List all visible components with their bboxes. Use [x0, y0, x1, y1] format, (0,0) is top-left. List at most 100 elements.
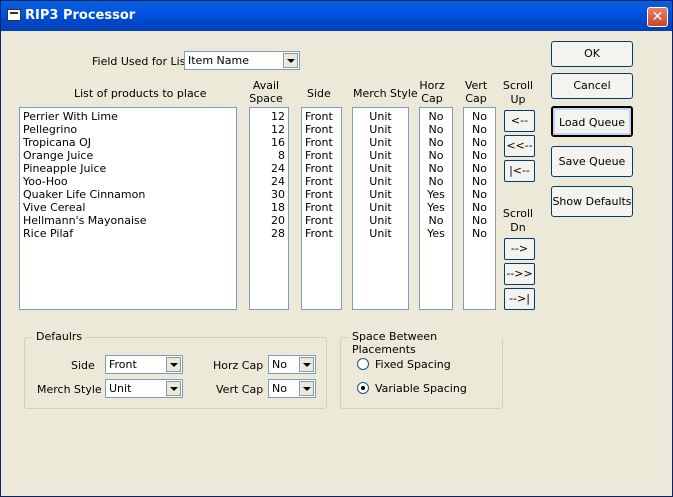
- default-side-value: Front: [109, 358, 137, 371]
- field-used-value: Item Name: [188, 54, 249, 67]
- variable-spacing-label[interactable]: Variable Spacing: [375, 382, 467, 395]
- vert-cap-list[interactable]: No No No No No No No No No No: [463, 107, 496, 310]
- horz-cap-list[interactable]: No No No No No No Yes Yes No Yes: [419, 107, 453, 310]
- chevron-down-icon[interactable]: [166, 357, 181, 372]
- merch-style-cell[interactable]: Unit: [353, 149, 408, 162]
- vert-cap-cell[interactable]: No: [464, 227, 495, 240]
- vert-cap-cell[interactable]: No: [464, 188, 495, 201]
- avail-space-cell[interactable]: 12: [250, 110, 288, 123]
- avail-space-cell[interactable]: 24: [250, 162, 288, 175]
- merch-style-cell[interactable]: Unit: [353, 201, 408, 214]
- scroll-down-one-button[interactable]: -->: [504, 238, 535, 260]
- chevron-down-icon[interactable]: [299, 381, 314, 396]
- horz-cap-cell[interactable]: Yes: [420, 188, 452, 201]
- close-button[interactable]: ✕: [647, 7, 668, 27]
- vert-cap-header: Vert Cap: [464, 79, 488, 105]
- show-defaults-button[interactable]: Show Defaults: [551, 186, 633, 217]
- fixed-spacing-label[interactable]: Fixed Spacing: [375, 358, 451, 371]
- avail-space-cell[interactable]: 20: [250, 214, 288, 227]
- vert-cap-cell[interactable]: No: [464, 214, 495, 227]
- horz-cap-cell[interactable]: No: [420, 149, 452, 162]
- side-cell[interactable]: Front: [302, 110, 341, 123]
- merch-style-cell[interactable]: Unit: [353, 162, 408, 175]
- scroll-dn-label: Scroll Dn: [502, 207, 534, 234]
- vert-cap-cell[interactable]: No: [464, 175, 495, 188]
- product-name-cell[interactable]: Hellmann's Mayonaise: [20, 214, 236, 227]
- product-name-cell[interactable]: Quaker Life Cinnamon: [20, 188, 236, 201]
- product-name-cell[interactable]: Yoo-Hoo: [20, 175, 236, 188]
- merch-style-cell[interactable]: Unit: [353, 188, 408, 201]
- side-cell[interactable]: Front: [302, 201, 341, 214]
- avail-space-cell[interactable]: 18: [250, 201, 288, 214]
- side-cell[interactable]: Front: [302, 149, 341, 162]
- avail-space-cell[interactable]: 16: [250, 136, 288, 149]
- variable-spacing-radio[interactable]: [357, 382, 369, 394]
- scroll-up-page-button[interactable]: <<--: [504, 135, 535, 157]
- vert-cap-cell[interactable]: No: [464, 149, 495, 162]
- product-name-cell[interactable]: Tropicana OJ: [20, 136, 236, 149]
- scroll-down-page-button[interactable]: -->>: [504, 263, 535, 285]
- side-list[interactable]: Front Front Front Front Front Front Front Front…: [301, 107, 342, 310]
- rip3-processor-window: RIP3 Processor ✕ Field Used for List Ite…: [0, 0, 673, 497]
- scroll-up-one-button[interactable]: <--: [504, 110, 535, 132]
- horz-cap-cell[interactable]: No: [420, 123, 452, 136]
- vert-cap-cell[interactable]: No: [464, 201, 495, 214]
- chevron-down-icon[interactable]: [283, 53, 298, 68]
- horz-cap-cell[interactable]: Yes: [420, 227, 452, 240]
- fixed-spacing-radio[interactable]: [357, 358, 369, 370]
- vert-cap-cell[interactable]: No: [464, 136, 495, 149]
- save-queue-button[interactable]: Save Queue: [551, 146, 633, 177]
- product-name-cell[interactable]: Orange Juice: [20, 149, 236, 162]
- side-cell[interactable]: Front: [302, 214, 341, 227]
- horz-cap-cell[interactable]: No: [420, 175, 452, 188]
- default-vert-cap-select[interactable]: No: [268, 379, 316, 398]
- avail-space-list[interactable]: 12 12 16 8 24 24 30 18 20 28: [249, 107, 289, 310]
- horz-cap-cell[interactable]: Yes: [420, 201, 452, 214]
- products-header: List of products to place: [74, 87, 207, 100]
- product-name-cell[interactable]: Pineapple Juice: [20, 162, 236, 175]
- cancel-button[interactable]: Cancel: [551, 73, 633, 99]
- scroll-to-top-button[interactable]: |<--: [504, 160, 535, 182]
- side-cell[interactable]: Front: [302, 162, 341, 175]
- merch-style-cell[interactable]: Unit: [353, 214, 408, 227]
- chevron-down-icon[interactable]: [299, 357, 314, 372]
- title-bar[interactable]: RIP3 Processor ✕: [1, 1, 672, 31]
- side-cell[interactable]: Front: [302, 227, 341, 240]
- default-side-label: Side: [71, 359, 95, 372]
- default-merch-style-select[interactable]: Unit: [105, 379, 183, 398]
- avail-space-cell[interactable]: 12: [250, 123, 288, 136]
- chevron-down-icon[interactable]: [166, 381, 181, 396]
- product-name-cell[interactable]: Perrier With Lime: [20, 110, 236, 123]
- side-cell[interactable]: Front: [302, 175, 341, 188]
- vert-cap-cell[interactable]: No: [464, 162, 495, 175]
- vert-cap-cell[interactable]: No: [464, 110, 495, 123]
- field-used-select[interactable]: Item Name: [184, 51, 300, 70]
- horz-cap-cell[interactable]: No: [420, 110, 452, 123]
- side-cell[interactable]: Front: [302, 188, 341, 201]
- product-name-cell[interactable]: Rice Pilaf: [20, 227, 236, 240]
- default-horz-cap-select[interactable]: No: [268, 355, 316, 374]
- avail-space-cell[interactable]: 8: [250, 149, 288, 162]
- default-side-select[interactable]: Front: [105, 355, 183, 374]
- avail-space-cell[interactable]: 30: [250, 188, 288, 201]
- horz-cap-cell[interactable]: No: [420, 214, 452, 227]
- products-list[interactable]: Perrier With Lime Pellegrino Tropicana OJ O…: [19, 107, 237, 310]
- load-queue-button[interactable]: Load Queue: [551, 106, 633, 137]
- avail-space-cell[interactable]: 24: [250, 175, 288, 188]
- merch-style-cell[interactable]: Unit: [353, 123, 408, 136]
- merch-style-cell[interactable]: Unit: [353, 175, 408, 188]
- ok-button[interactable]: OK: [551, 41, 633, 67]
- horz-cap-cell[interactable]: No: [420, 162, 452, 175]
- merch-style-cell[interactable]: Unit: [353, 227, 408, 240]
- vert-cap-cell[interactable]: No: [464, 123, 495, 136]
- side-cell[interactable]: Front: [302, 123, 341, 136]
- product-name-cell[interactable]: Pellegrino: [20, 123, 236, 136]
- merch-style-list[interactable]: Unit Unit Unit Unit Unit Unit Unit Unit Unit Unit: [352, 107, 409, 310]
- merch-style-cell[interactable]: Unit: [353, 110, 408, 123]
- side-cell[interactable]: Front: [302, 136, 341, 149]
- product-name-cell[interactable]: Vive Cereal: [20, 201, 236, 214]
- merch-style-cell[interactable]: Unit: [353, 136, 408, 149]
- scroll-to-bottom-button[interactable]: -->|: [504, 288, 535, 310]
- horz-cap-cell[interactable]: No: [420, 136, 452, 149]
- avail-space-cell[interactable]: 28: [250, 227, 288, 240]
